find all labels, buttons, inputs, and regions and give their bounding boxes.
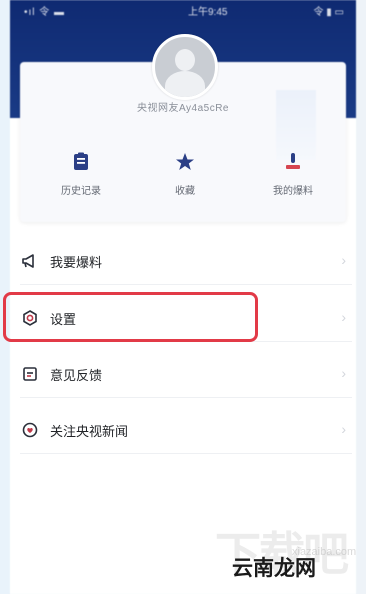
right-edge — [356, 0, 366, 594]
shortcut-my-reports[interactable]: 我的爆料 — [248, 152, 338, 197]
follow-icon — [22, 422, 38, 438]
status-battery: 令 ▮ ▭ — [313, 7, 344, 18]
history-icon — [74, 152, 88, 170]
status-time: 上午9:45 — [188, 7, 228, 18]
shortcut-favorites[interactable]: 收藏 — [140, 152, 230, 197]
menu-item-report[interactable]: 我要爆料 › — [20, 238, 352, 285]
watermark-brand: 云南龙网 — [232, 557, 316, 580]
feedback-icon — [23, 367, 37, 381]
shortcut-history-label: 历史记录 — [61, 186, 101, 197]
shortcut-history[interactable]: 历史记录 — [36, 152, 126, 197]
avatar[interactable] — [152, 34, 218, 100]
star-icon — [176, 153, 194, 170]
settings-highlight-box — [3, 292, 258, 342]
menu-item-feedback-label: 意见反馈 — [50, 368, 103, 383]
shortcut-favorites-label: 收藏 — [175, 186, 195, 197]
status-signal: •ıl 令 ▬ — [24, 7, 66, 18]
status-bar: •ıl 令 ▬ 上午9:45 令 ▮ ▭ — [10, 0, 356, 20]
menu-item-follow-cctv[interactable]: 关注央视新闻 › — [20, 407, 352, 454]
chevron-right-icon: › — [341, 421, 346, 437]
megaphone-icon — [22, 254, 34, 268]
chevron-right-icon: › — [341, 365, 346, 381]
chevron-right-icon: › — [341, 309, 346, 325]
avatar-body — [165, 71, 205, 97]
menu-item-feedback[interactable]: 意见反馈 › — [20, 351, 352, 398]
menu-item-follow-cctv-label: 关注央视新闻 — [50, 424, 129, 439]
menu-item-report-label: 我要爆料 — [50, 255, 103, 270]
username[interactable]: 央视网友Ay4a5cRe — [0, 99, 366, 114]
shortcut-my-reports-label: 我的爆料 — [273, 186, 313, 197]
chevron-right-icon: › — [341, 252, 346, 268]
avatar-head — [175, 49, 195, 71]
report-icon — [286, 153, 300, 169]
